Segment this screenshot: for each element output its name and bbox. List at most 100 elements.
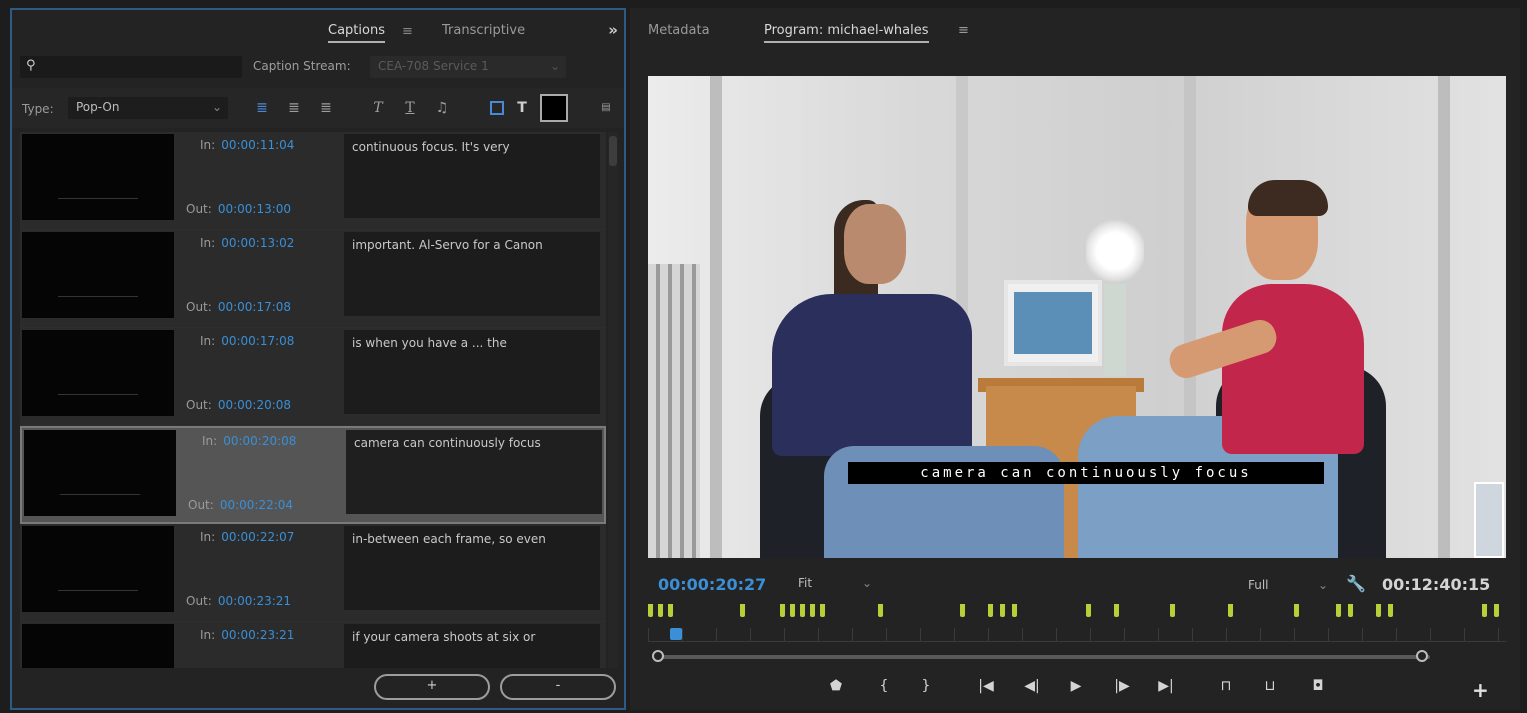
in-timecode[interactable]: In: 00:00:13:02 <box>200 236 294 250</box>
caption-list-scrollbar[interactable] <box>608 132 618 668</box>
double-chevron-right-icon[interactable]: » <box>608 21 618 39</box>
caption-marker[interactable] <box>1348 604 1353 617</box>
caption-text-field[interactable]: if your camera shoots at six or <box>344 624 600 668</box>
caption-row[interactable]: In: 00:00:23:21 if your camera shoots at … <box>20 622 606 668</box>
export-frame-icon[interactable]: ◘ <box>1306 678 1330 694</box>
program-video-frame[interactable]: camera can continuously focus <box>648 76 1506 558</box>
zoom-scroll-bar[interactable] <box>652 650 1504 664</box>
caption-marker[interactable] <box>1494 604 1499 617</box>
hamburger-icon[interactable]: ≡ <box>958 23 969 38</box>
caption-row[interactable]: In: 00:00:11:04 Out: 00:00:13:00 continuou… <box>20 132 606 230</box>
remove-caption-button[interactable]: - <box>500 674 616 700</box>
caption-marker[interactable] <box>820 604 825 617</box>
mark-out-icon[interactable]: } <box>914 678 938 694</box>
caption-thumbnail <box>24 430 176 516</box>
zoom-fit-dropdown[interactable]: Fit ⌄ <box>798 576 876 596</box>
out-timecode[interactable]: Out: 00:00:20:08 <box>186 398 291 412</box>
music-note-icon[interactable]: ♫ <box>432 98 452 118</box>
caption-stream-dropdown[interactable]: CEA-708 Service 1 ⌄ <box>370 56 566 78</box>
out-timecode[interactable]: Out: 00:00:23:21 <box>186 594 291 608</box>
playhead[interactable] <box>670 628 682 640</box>
caption-text-field[interactable]: in-between each frame, so even <box>344 526 600 610</box>
text-color-icon[interactable]: T <box>512 98 532 118</box>
zoom-start-handle[interactable] <box>652 650 664 662</box>
search-input[interactable]: ⚲ <box>20 56 242 78</box>
caption-text-field[interactable]: continuous focus. It's very <box>344 134 600 218</box>
caption-marker[interactable] <box>1294 604 1299 617</box>
duration-timecode: 00:12:40:15 <box>1382 575 1491 594</box>
mark-in-icon[interactable]: { <box>872 678 896 694</box>
align-left-icon[interactable]: ≣ <box>252 98 272 118</box>
caption-marker[interactable] <box>1086 604 1091 617</box>
caption-marker[interactable] <box>1376 604 1381 617</box>
lift-icon[interactable]: ⊓ <box>1214 678 1238 694</box>
caption-marker[interactable] <box>780 604 785 617</box>
go-to-in-icon[interactable]: |◀ <box>974 678 998 694</box>
caption-marker[interactable] <box>960 604 965 617</box>
step-back-icon[interactable]: ◀| <box>1020 678 1044 694</box>
caption-marker[interactable] <box>810 604 815 617</box>
caption-marker[interactable] <box>658 604 663 617</box>
type-dropdown[interactable]: Pop-On ⌄ <box>68 97 228 119</box>
current-timecode[interactable]: 00:00:20:27 <box>658 575 766 594</box>
play-icon[interactable]: ▶ <box>1064 678 1088 694</box>
caption-thumbnail <box>22 232 174 318</box>
caption-marker[interactable] <box>1336 604 1341 617</box>
caption-text-field[interactable]: camera can continuously focus <box>346 430 602 514</box>
out-timecode[interactable]: Out: 00:00:17:08 <box>186 300 291 314</box>
out-timecode[interactable]: Out: 00:00:22:04 <box>188 498 293 512</box>
underline-icon[interactable]: T <box>400 98 420 118</box>
extract-icon[interactable]: ⊔ <box>1258 678 1282 694</box>
color-swatch[interactable] <box>540 94 568 122</box>
align-center-icon[interactable]: ≣ <box>284 98 304 118</box>
type-value: Pop-On <box>76 100 120 114</box>
caption-text-field[interactable]: is when you have a ... the <box>344 330 600 414</box>
zoom-end-handle[interactable] <box>1416 650 1428 662</box>
caption-marker[interactable] <box>1012 604 1017 617</box>
tab-captions[interactable]: Captions <box>328 23 385 43</box>
in-timecode[interactable]: In: 00:00:20:08 <box>202 434 296 448</box>
in-timecode[interactable]: In: 00:00:17:08 <box>200 334 294 348</box>
caption-row[interactable]: In: 00:00:22:07 Out: 00:00:23:21 in-betwee… <box>20 524 606 622</box>
tab-program[interactable]: Program: michael-whales <box>764 23 929 43</box>
caption-row[interactable]: In: 00:00:13:02 Out: 00:00:17:08 important… <box>20 230 606 328</box>
in-timecode[interactable]: In: 00:00:22:07 <box>200 530 294 544</box>
plus-icon[interactable]: + <box>1472 678 1489 702</box>
step-forward-icon[interactable]: |▶ <box>1110 678 1134 694</box>
caption-marker[interactable] <box>1482 604 1487 617</box>
caption-marker[interactable] <box>1388 604 1393 617</box>
time-ruler[interactable] <box>648 628 1506 642</box>
marker-icon[interactable]: ⬟ <box>824 678 848 694</box>
hamburger-icon[interactable]: ≡ <box>402 24 413 39</box>
tab-transcriptive[interactable]: Transcriptive <box>442 23 525 38</box>
add-caption-button[interactable]: + <box>374 674 490 700</box>
caption-marker[interactable] <box>1228 604 1233 617</box>
caption-marker[interactable] <box>1114 604 1119 617</box>
caption-marker[interactable] <box>878 604 883 617</box>
caption-marker[interactable] <box>800 604 805 617</box>
background-color-icon[interactable] <box>490 101 504 115</box>
caption-marker[interactable] <box>648 604 653 617</box>
caption-marker[interactable] <box>668 604 673 617</box>
safe-margins-icon[interactable]: ▤ <box>596 98 616 118</box>
caption-text-field[interactable]: important. Al-Servo for a Canon <box>344 232 600 316</box>
caption-row[interactable]: In: 00:00:17:08 Out: 00:00:20:08 is when y… <box>20 328 606 426</box>
wrench-icon[interactable]: 🔧 <box>1346 574 1366 593</box>
playback-resolution-dropdown[interactable]: Full ⌄ <box>1248 578 1332 598</box>
caption-row-selected[interactable]: In: 00:00:20:08 Out: 00:00:22:04 camera ca… <box>20 426 606 524</box>
out-timecode[interactable]: Out: 00:00:13:00 <box>186 202 291 216</box>
caption-marker[interactable] <box>1000 604 1005 617</box>
tab-metadata[interactable]: Metadata <box>648 23 710 38</box>
caption-marker[interactable] <box>790 604 795 617</box>
scrollbar-thumb[interactable] <box>609 136 617 166</box>
in-timecode[interactable]: In: 00:00:23:21 <box>200 628 294 642</box>
caption-marker[interactable] <box>740 604 745 617</box>
caption-marker[interactable] <box>988 604 993 617</box>
go-to-out-icon[interactable]: ▶| <box>1154 678 1178 694</box>
align-right-icon[interactable]: ≣ <box>316 98 336 118</box>
caption-markers-track[interactable] <box>648 604 1506 620</box>
in-timecode[interactable]: In: 00:00:11:04 <box>200 138 294 152</box>
caption-marker[interactable] <box>1170 604 1175 617</box>
italic-icon[interactable]: T <box>368 98 388 118</box>
program-monitor-panel: Metadata Program: michael-whales ≡ camer… <box>630 8 1520 710</box>
